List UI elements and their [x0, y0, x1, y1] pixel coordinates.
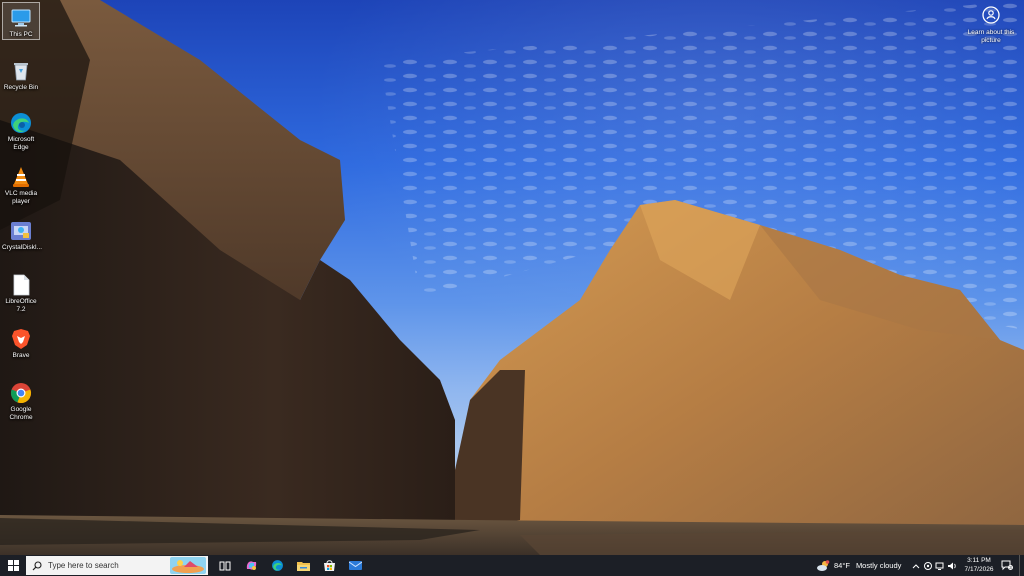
recycle-bin-icon: [14, 63, 28, 81]
learn-about-picture-button[interactable]: Learn about this picture: [966, 5, 1016, 45]
desktop-wallpaper: [0, 0, 1024, 555]
notification-center-button[interactable]: 3: [1000, 555, 1014, 576]
desktop-icon-microsoft-edge[interactable]: Microsoft Edge: [2, 108, 40, 152]
system-tray: [910, 555, 958, 576]
mail-icon: [348, 561, 362, 570]
canyon-landscape: [0, 0, 1024, 555]
vlc-icon: [13, 167, 29, 187]
camera-info-icon: [982, 6, 1000, 24]
clock-time: 3:11 PM: [967, 557, 991, 564]
search-icon: [32, 560, 42, 570]
volume-icon: [948, 562, 956, 569]
taskbar-search-box[interactable]: Type here to search: [26, 556, 208, 575]
weather-widget[interactable]: 84°F Mostly cloudy: [816, 555, 901, 576]
start-button[interactable]: [0, 555, 26, 576]
cloudy-weather-icon: [817, 559, 830, 571]
tray-app-icon: [924, 561, 932, 570]
desktop-icon-google-chrome[interactable]: Google Chrome: [2, 378, 40, 422]
chevron-up-icon: [912, 563, 920, 568]
edge-icon: [271, 560, 283, 571]
weather-temperature: 84°F: [834, 561, 850, 570]
task-view-icon: [219, 561, 231, 570]
network-button[interactable]: [934, 555, 946, 576]
clock-date: 7/17/2026: [964, 565, 994, 573]
desktop-icon-label: Microsoft Edge: [7, 136, 35, 151]
libreoffice-icon: [13, 274, 30, 296]
desktop-icon-vlc[interactable]: VLC media player: [2, 162, 40, 206]
desktop-icon-label: Brave: [12, 352, 30, 359]
microsoft-store-button[interactable]: [316, 555, 342, 576]
crystaldisk-icon: [11, 222, 31, 240]
learn-about-picture-label: Learn about this picture: [967, 29, 1015, 44]
search-highlight-icon: [170, 557, 206, 574]
search-placeholder: Type here to search: [48, 561, 119, 570]
taskbar-clock[interactable]: 3:11 PM 7/17/2026: [960, 557, 998, 574]
desktop-icon-recycle-bin[interactable]: Recycle Bin: [2, 56, 40, 92]
brave-icon: [12, 329, 30, 349]
desktop-icon-this-pc[interactable]: This PC: [2, 2, 40, 40]
taskbar-edge-button[interactable]: [264, 555, 290, 576]
file-explorer-icon: [296, 561, 310, 571]
file-explorer-button[interactable]: [290, 555, 316, 576]
edge-icon: [11, 113, 31, 133]
taskbar-pinned-apps: [212, 555, 368, 576]
desktop-icon-label: LibreOffice 7.2: [5, 298, 37, 313]
desktop-icon-brave[interactable]: Brave: [2, 324, 40, 360]
desktop-icon-label: This PC: [9, 31, 33, 38]
mail-button[interactable]: [342, 555, 368, 576]
network-icon: [935, 562, 944, 570]
this-pc-icon: [11, 9, 31, 27]
desktop-icon-label: CrystalDiskI...: [2, 244, 43, 251]
desktop-icon-crystaldisk[interactable]: CrystalDiskI...: [2, 216, 43, 252]
show-desktop-button[interactable]: [1019, 555, 1024, 576]
chrome-icon: [10, 383, 32, 404]
copilot-button[interactable]: [238, 555, 264, 576]
desktop-icon-label: Recycle Bin: [3, 84, 39, 91]
task-view-button[interactable]: [212, 555, 238, 576]
desktop-icon-label: VLC media player: [4, 190, 38, 205]
tray-app-button[interactable]: [922, 555, 934, 576]
windows-logo-icon: [7, 560, 19, 571]
notification-icon: 3: [1001, 560, 1013, 571]
volume-button[interactable]: [946, 555, 958, 576]
weather-condition: Mostly cloudy: [855, 561, 902, 570]
store-icon: [323, 560, 335, 571]
desktop-icon-libreoffice[interactable]: LibreOffice 7.2: [2, 270, 40, 314]
copilot-icon: [246, 561, 256, 570]
desktop-icon-label: Google Chrome: [9, 406, 33, 421]
taskbar: Type here to search 84°F Mostly cloudy 3…: [0, 555, 1024, 576]
show-hidden-icons-button[interactable]: [910, 555, 922, 576]
